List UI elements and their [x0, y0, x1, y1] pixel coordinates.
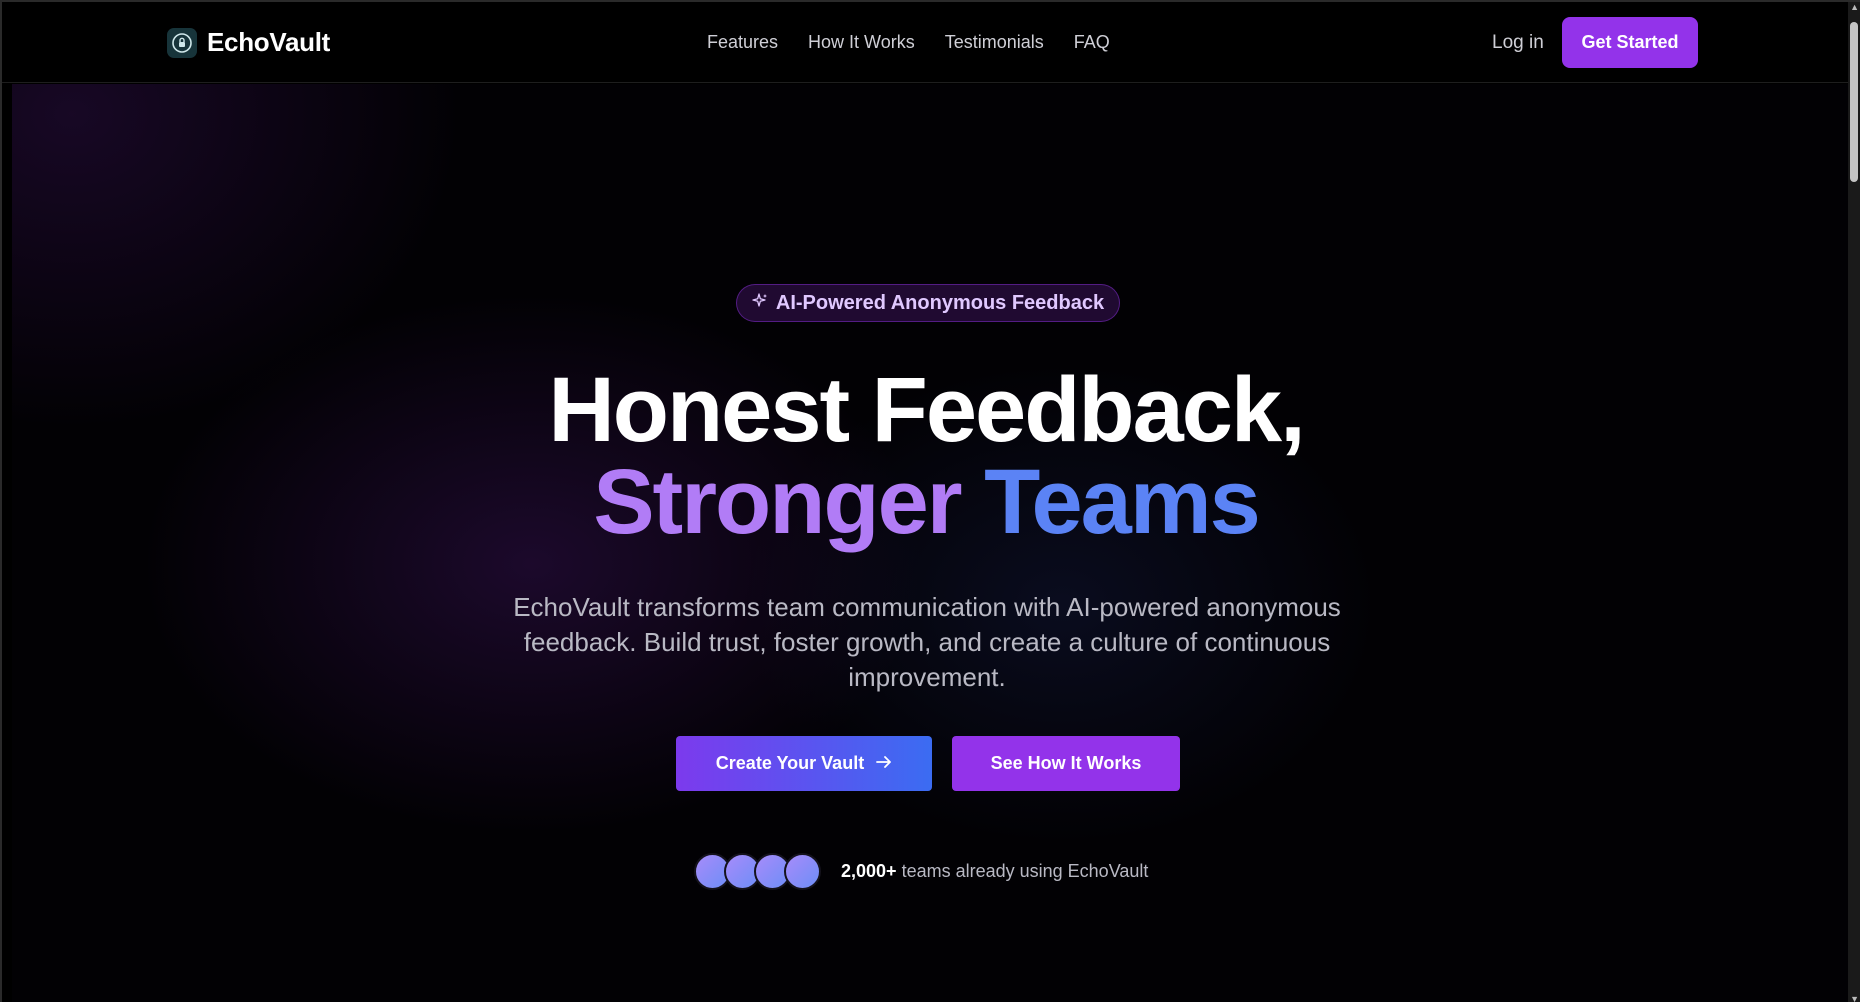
sparkles-icon	[752, 292, 768, 314]
headline-word-stronger: Stronger	[593, 451, 962, 553]
scrollbar[interactable]: ▲ ▼	[1848, 2, 1860, 1002]
avatar-stack	[694, 853, 821, 890]
hero-subtext: EchoVault transforms team communication …	[513, 592, 1341, 692]
headline-line-2: Stronger Teams	[2, 456, 1850, 548]
brand[interactable]: EchoVault	[167, 27, 330, 58]
social-proof-text: 2,000+ teams already using EchoVault	[841, 861, 1148, 882]
arrow-right-icon	[876, 753, 892, 774]
lock-shield-icon	[167, 27, 197, 58]
headline-word-teams: Teams	[984, 451, 1261, 553]
see-how-it-works-button[interactable]: See How It Works	[952, 736, 1180, 791]
headline-line-1: Honest Feedback,	[548, 359, 1305, 461]
avatar	[784, 853, 821, 890]
get-started-button[interactable]: Get Started	[1562, 17, 1698, 68]
nav-link-features[interactable]: Features	[707, 32, 778, 53]
nav-link-how-it-works[interactable]: How It Works	[808, 32, 915, 53]
nav-link-faq[interactable]: FAQ	[1074, 32, 1110, 53]
social-proof-label: teams already using EchoVault	[901, 861, 1149, 881]
create-vault-button[interactable]: Create Your Vault	[676, 736, 932, 791]
badge-text: AI-Powered Anonymous Feedback	[775, 291, 1105, 314]
create-vault-label: Create Your Vault	[715, 753, 865, 773]
page: EchoVault Features How It Works Testimon…	[0, 0, 1860, 1002]
top-nav: EchoVault Features How It Works Testimon…	[2, 2, 1850, 83]
hero-headline: Honest Feedback, Stronger Teams	[2, 364, 1850, 548]
brand-name: EchoVault	[207, 27, 330, 57]
login-link[interactable]: Log in	[1492, 32, 1544, 54]
scroll-up-icon[interactable]: ▲	[1850, 2, 1859, 12]
feature-badge: AI-Powered Anonymous Feedback	[736, 284, 1120, 322]
nav-links: Features How It Works Testimonials FAQ	[707, 32, 1110, 53]
scrollbar-thumb[interactable]	[1850, 22, 1858, 182]
social-proof: 2,000+ teams already using EchoVault	[694, 853, 1148, 890]
social-proof-count: 2,000+	[841, 861, 897, 881]
scroll-down-icon[interactable]: ▼	[1850, 994, 1859, 1002]
nav-link-testimonials[interactable]: Testimonials	[945, 32, 1044, 53]
